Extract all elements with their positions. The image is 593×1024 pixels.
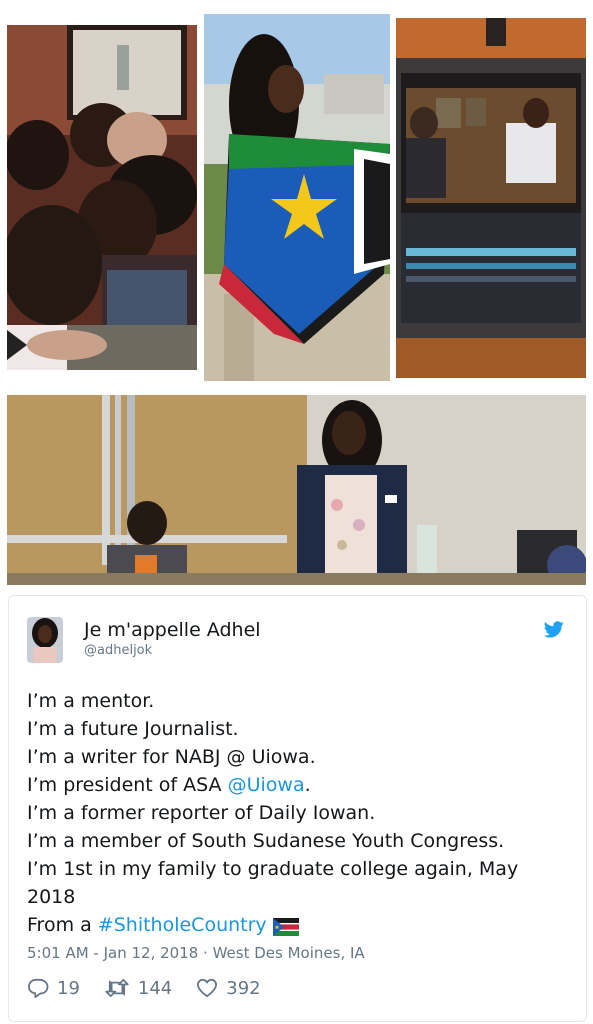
photo-video-editing-monitor[interactable] [396,18,586,378]
south-sudan-flag-emoji [272,917,299,936]
tweet-text-line-with-mention: I’m president of ASA @Uiowa. [27,772,311,798]
reply-button[interactable]: 19 [27,978,80,999]
heart-icon [197,978,218,998]
tweet-actions: 19 144 392 [27,975,285,1001]
photo-presentation-room[interactable] [7,395,586,585]
photo-group-hug[interactable] [7,25,197,370]
mention-link-uiowa[interactable]: @Uiowa [228,774,305,796]
tweet-text-segment: I’m president of ASA [27,774,228,796]
twitter-bird-icon[interactable] [543,621,564,638]
tweet-text-line: 2018 [27,886,76,908]
tweet-text-segment: From a [27,914,98,936]
retweet-icon [105,979,129,997]
tweet-text-line: I’m a future Journalist. [27,718,239,740]
retweet-button[interactable]: 144 [104,978,172,999]
tweet-text-line: I’m a member of South Sudanese Youth Con… [27,830,505,852]
author-name[interactable]: Je m'appelle Adhel [84,619,261,641]
reply-icon [27,978,49,998]
tweet-text-line: I’m 1st in my family to graduate college… [27,858,519,880]
tweet-text-line: I’m a former reporter of Daily Iowan. [27,802,376,824]
tweet-text-segment: . [304,774,311,796]
tweet-text-line: I’m a mentor. [27,690,155,712]
hashtag-link[interactable]: #ShitholeCountry [98,914,267,936]
like-button[interactable]: 392 [196,977,261,999]
tweet-text-line: I’m a writer for NABJ @ Uiowa. [27,746,316,768]
author-avatar[interactable] [27,617,63,663]
tweet-timestamp-location[interactable]: 5:01 AM - Jan 12, 2018 · West Des Moines… [27,944,365,962]
retweet-count: 144 [137,977,173,999]
photo-woman-with-flag[interactable] [204,14,390,381]
author-handle[interactable]: @adheljok [84,643,152,658]
reply-count: 19 [57,977,80,999]
tweet-text-line-with-hashtag: From a #ShitholeCountry [27,912,299,938]
like-count: 392 [226,977,261,999]
